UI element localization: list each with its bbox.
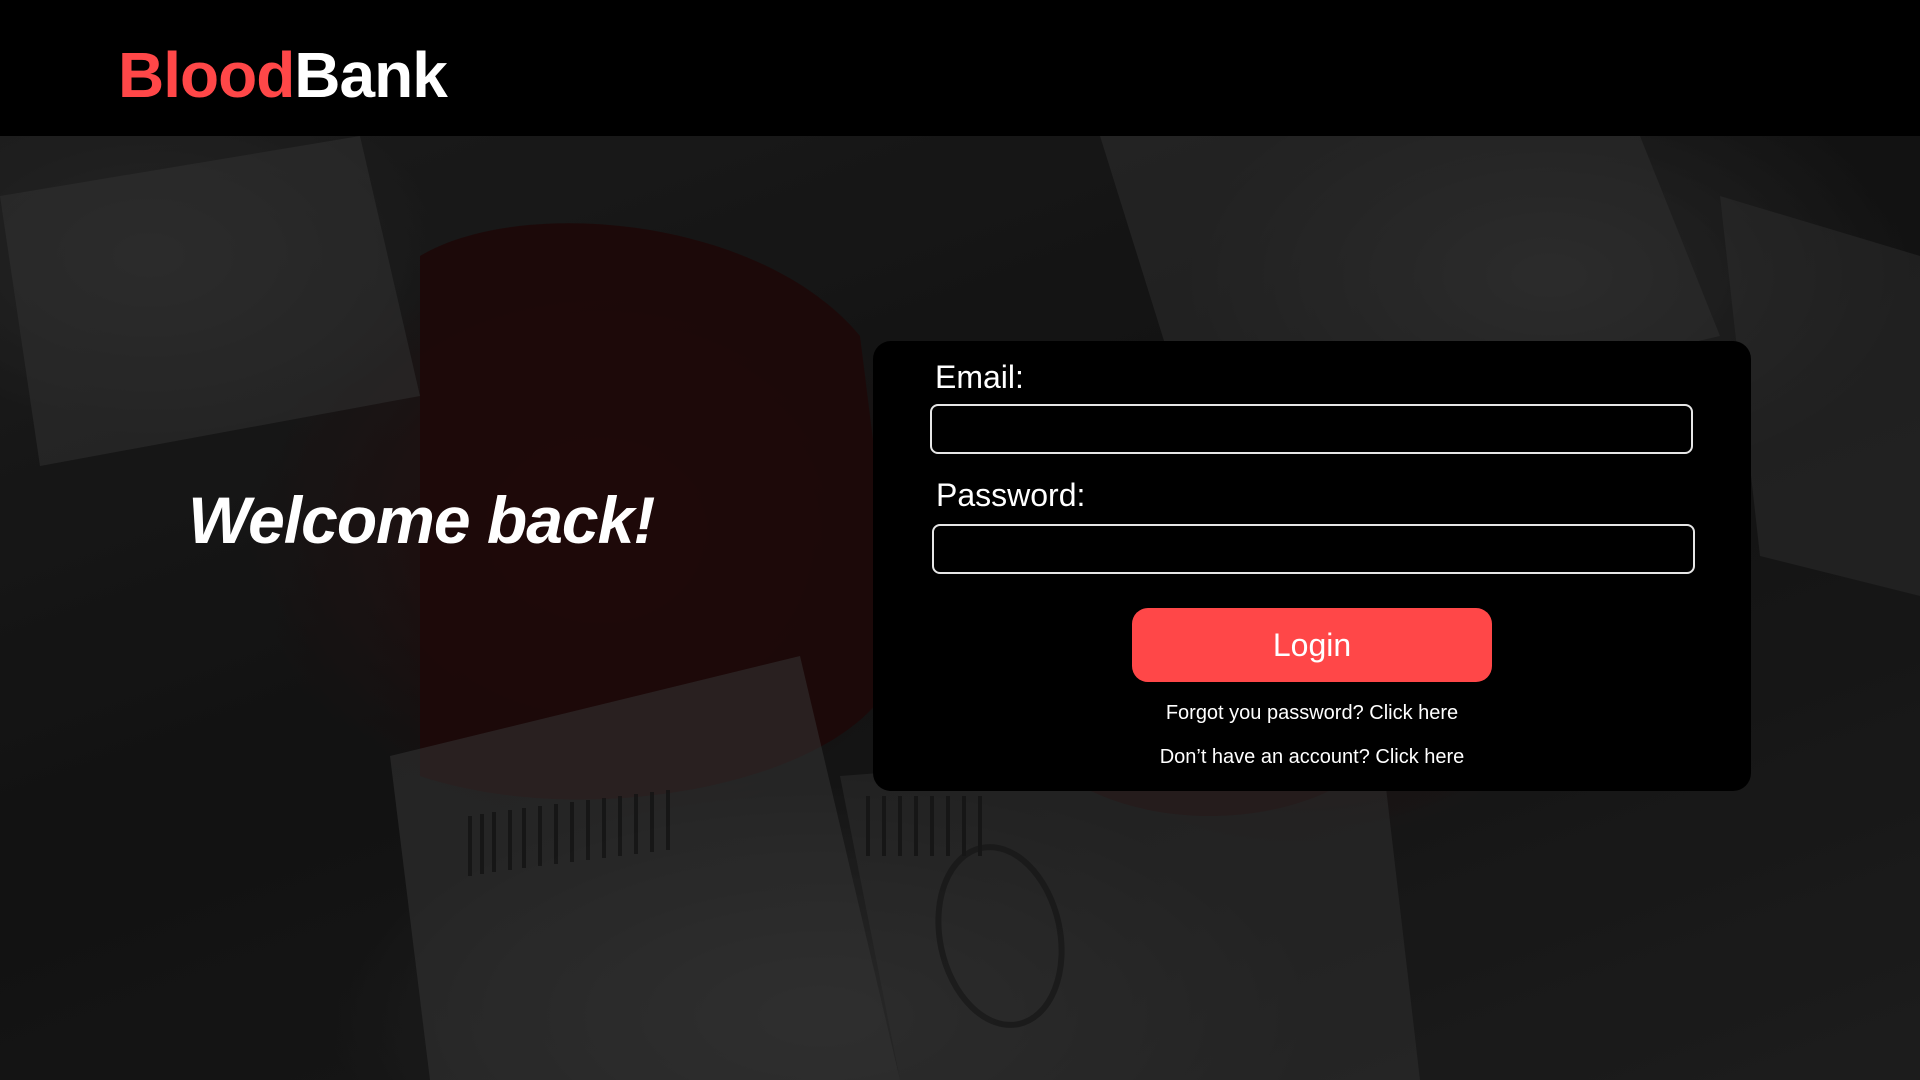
email-label: Email: xyxy=(935,359,1024,395)
email-field[interactable] xyxy=(930,404,1693,454)
forgot-password-link[interactable]: Forgot you password? Click here xyxy=(873,700,1751,726)
login-card: Email: Password: Login Forgot you passwo… xyxy=(873,341,1751,791)
password-label: Password: xyxy=(936,477,1086,513)
password-field[interactable] xyxy=(932,524,1695,574)
logo-blood-text: Blood xyxy=(118,39,295,111)
logo-bank-text: Bank xyxy=(294,39,447,111)
brand-logo[interactable]: BloodBank xyxy=(118,38,448,112)
top-header: BloodBank xyxy=(0,0,1920,136)
app-root: BloodBank Welcome back! Email: Password:… xyxy=(0,0,1920,1080)
login-button[interactable]: Login xyxy=(1132,608,1492,682)
signup-link[interactable]: Don’t have an account? Click here xyxy=(873,744,1751,770)
welcome-heading: Welcome back! xyxy=(188,483,655,557)
